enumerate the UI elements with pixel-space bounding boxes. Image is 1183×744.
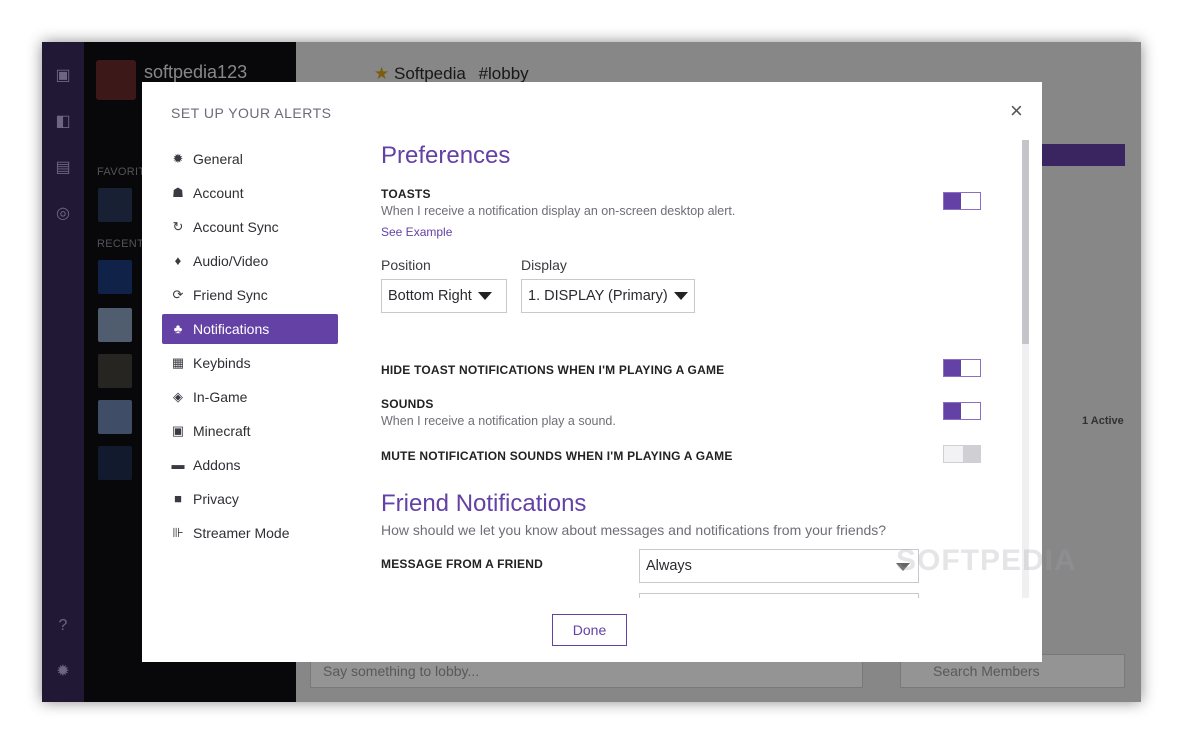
settings-nav: ✹ General ☗ Account ↻ Account Sync ♦ Audio/V… bbox=[162, 144, 338, 552]
done-button[interactable]: Done bbox=[552, 614, 627, 646]
close-icon[interactable]: × bbox=[1010, 100, 1023, 122]
addons-icon: ▬ bbox=[171, 457, 185, 472]
hide-toast-toggle[interactable] bbox=[943, 359, 981, 377]
minecraft-icon: ▣ bbox=[171, 423, 185, 438]
streamer-icon: ⊪ bbox=[172, 525, 184, 540]
toasts-description: When I receive a notification display an… bbox=[381, 204, 736, 218]
position-select[interactable]: Bottom Right bbox=[381, 279, 507, 313]
message-from-friend-label: MESSAGE FROM A FRIEND bbox=[381, 557, 543, 571]
hide-toast-label: HIDE TOAST NOTIFICATIONS WHEN I'M PLAYIN… bbox=[381, 363, 725, 377]
nav-item-account-sync[interactable]: ↻ Account Sync bbox=[162, 212, 338, 242]
scrollbar-thumb[interactable] bbox=[1022, 140, 1029, 344]
mute-sounds-toggle[interactable] bbox=[943, 445, 981, 463]
toasts-toggle[interactable] bbox=[943, 192, 981, 210]
toasts-label: TOASTS bbox=[381, 187, 431, 201]
nav-item-addons[interactable]: ▬ Addons bbox=[162, 450, 338, 480]
nav-item-in-game[interactable]: ◈ In-Game bbox=[162, 382, 338, 412]
friend-notifications-heading: Friend Notifications bbox=[381, 490, 587, 517]
mute-sounds-label: MUTE NOTIFICATION SOUNDS WHEN I'M PLAYIN… bbox=[381, 449, 733, 463]
nav-item-notifications[interactable]: ♣ Notifications bbox=[162, 314, 338, 344]
lock-icon: ■ bbox=[174, 491, 182, 506]
gear-icon: ✹ bbox=[172, 151, 184, 166]
modal-title: SET UP YOUR ALERTS bbox=[171, 105, 332, 121]
nav-item-account[interactable]: ☗ Account bbox=[162, 178, 338, 208]
display-label: Display bbox=[521, 257, 567, 273]
sounds-description: When I receive a notification play a sou… bbox=[381, 414, 616, 428]
nav-item-minecraft[interactable]: ▣ Minecraft bbox=[162, 416, 338, 446]
chevron-down-icon bbox=[673, 292, 688, 301]
nav-item-audio-video[interactable]: ♦ Audio/Video bbox=[162, 246, 338, 276]
friend-notifications-description: How should we let you know about message… bbox=[381, 522, 887, 538]
preferences-heading: Preferences bbox=[381, 142, 511, 169]
display-select[interactable]: 1. DISPLAY (Primary) bbox=[521, 279, 695, 313]
layers-icon: ◈ bbox=[173, 389, 183, 404]
nav-item-friend-sync[interactable]: ⟳ Friend Sync bbox=[162, 280, 338, 310]
see-example-link[interactable]: See Example bbox=[381, 225, 452, 239]
nav-item-general[interactable]: ✹ General bbox=[162, 144, 338, 174]
friend-sync-icon: ⟳ bbox=[172, 287, 184, 302]
watermark: SOFTPEDIA bbox=[896, 544, 1077, 577]
nav-item-streamer-mode[interactable]: ⊪ Streamer Mode bbox=[162, 518, 338, 548]
position-label: Position bbox=[381, 257, 431, 273]
person-icon: ☗ bbox=[172, 185, 184, 200]
keyboard-icon: ▦ bbox=[171, 355, 185, 370]
nav-item-privacy[interactable]: ■ Privacy bbox=[162, 484, 338, 514]
message-from-friend-select[interactable]: Always bbox=[639, 549, 919, 583]
next-select[interactable] bbox=[639, 593, 919, 598]
content-scrollbar[interactable] bbox=[1022, 140, 1029, 598]
settings-content: Preferences TOASTS When I receive a noti… bbox=[381, 140, 1021, 598]
sync-icon: ↻ bbox=[172, 219, 184, 234]
nav-item-keybinds[interactable]: ▦ Keybinds bbox=[162, 348, 338, 378]
bell-icon: ♣ bbox=[173, 321, 183, 336]
chevron-down-icon bbox=[477, 292, 492, 301]
sounds-label: SOUNDS bbox=[381, 397, 434, 411]
microphone-icon: ♦ bbox=[174, 253, 182, 268]
alerts-modal: SET UP YOUR ALERTS × ✹ General ☗ Account ↻… bbox=[142, 82, 1076, 662]
sounds-toggle[interactable] bbox=[943, 402, 981, 420]
